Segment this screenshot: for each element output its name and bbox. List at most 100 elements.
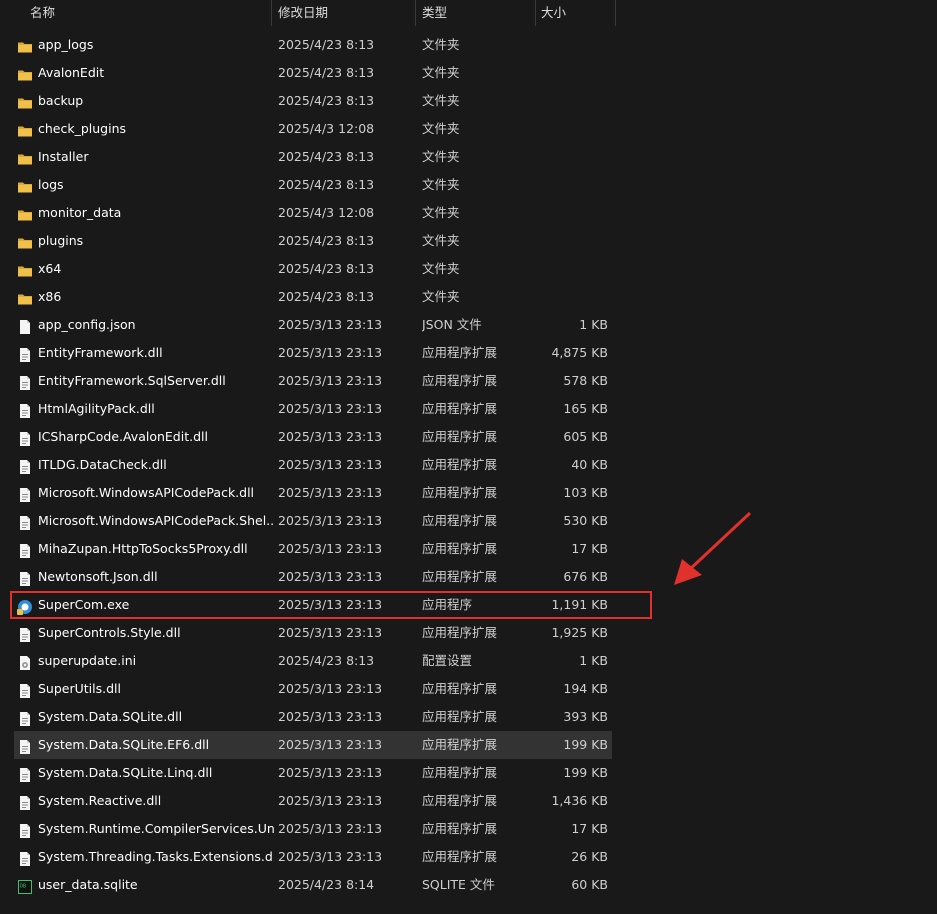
dll-icon	[17, 339, 35, 367]
file-type: 应用程序扩展	[422, 541, 498, 556]
dll-icon	[17, 703, 35, 731]
file-row[interactable]: plugins 2025/4/23 8:13 文件夹	[14, 227, 612, 255]
file-row[interactable]: EntityFramework.dll 2025/3/13 23:13 应用程序扩展…	[14, 339, 612, 367]
file-row[interactable]: EntityFramework.SqlServer.dll 2025/3/13 2…	[14, 367, 612, 395]
file-name: ITLDG.DataCheck.dll	[38, 457, 167, 472]
file-modified-date: 2025/4/23 8:13	[278, 261, 375, 276]
column-name-header[interactable]: 名称	[30, 0, 55, 26]
folder-icon	[17, 171, 35, 199]
file-type: 应用程序扩展	[422, 569, 498, 584]
column-divider[interactable]	[415, 0, 416, 26]
dll-icon	[17, 843, 35, 871]
dll-icon	[17, 395, 35, 423]
file-type: 配置设置	[422, 653, 473, 668]
file-type: 文件夹	[422, 233, 460, 248]
file-row[interactable]: x64 2025/4/23 8:13 文件夹	[14, 255, 612, 283]
file-size: 1,191 KB	[551, 597, 608, 612]
file-name: logs	[38, 177, 64, 192]
file-modified-date: 2025/3/13 23:13	[278, 765, 383, 780]
file-name: superupdate.ini	[38, 653, 137, 668]
file-row[interactable]: AvalonEdit 2025/4/23 8:13 文件夹	[14, 59, 612, 87]
file-name: Microsoft.WindowsAPICodePack.Shel...	[38, 513, 274, 528]
file-modified-date: 2025/3/13 23:13	[278, 541, 383, 556]
file-row[interactable]: backup 2025/4/23 8:13 文件夹	[14, 87, 612, 115]
sort-ascending-icon: ^	[142, 0, 152, 7]
app-icon	[17, 591, 35, 619]
file-row[interactable]: Microsoft.WindowsAPICodePack.dll 2025/3/1…	[14, 479, 612, 507]
file-row[interactable]: System.Data.SQLite.Linq.dll 2025/3/13 23:…	[14, 759, 612, 787]
file-type: 应用程序扩展	[422, 821, 498, 836]
file-row[interactable]: superupdate.ini 2025/4/23 8:13 配置设置 1 KB	[14, 647, 612, 675]
file-type: 应用程序扩展	[422, 849, 498, 864]
file-modified-date: 2025/3/13 23:13	[278, 709, 383, 724]
file-name: Microsoft.WindowsAPICodePack.dll	[38, 485, 255, 500]
file-row[interactable]: Newtonsoft.Json.dll 2025/3/13 23:13 应用程序扩展…	[14, 563, 612, 591]
column-date-header[interactable]: 修改日期	[278, 0, 328, 26]
file-name: x64	[38, 261, 62, 276]
file-row[interactable]: app_logs 2025/4/23 8:13 文件夹	[14, 31, 612, 59]
file-type: 应用程序扩展	[422, 485, 498, 500]
file-name: ICSharpCode.AvalonEdit.dll	[38, 429, 208, 444]
column-size-header[interactable]: 大小	[541, 0, 566, 26]
file-size: 17 KB	[571, 821, 608, 836]
file-row[interactable]: x86 2025/4/23 8:13 文件夹	[14, 283, 612, 311]
dll-icon	[17, 479, 35, 507]
file-size: 4,875 KB	[551, 345, 608, 360]
file-type: JSON 文件	[422, 317, 482, 332]
file-row[interactable]: System.Runtime.CompilerServices.Un... 202…	[14, 815, 612, 843]
file-name: System.Threading.Tasks.Extensions.dll	[38, 849, 274, 864]
file-type: 应用程序扩展	[422, 765, 498, 780]
file-row[interactable]: SuperCom.exe 2025/3/13 23:13 应用程序 1,191 KB	[14, 591, 612, 619]
file-size: 1,925 KB	[551, 625, 608, 640]
folder-icon	[17, 31, 35, 59]
column-divider[interactable]	[271, 0, 272, 26]
folder-icon	[17, 143, 35, 171]
file-size: 26 KB	[571, 849, 608, 864]
file-modified-date: 2025/4/23 8:13	[278, 233, 375, 248]
file-size: 199 KB	[563, 765, 608, 780]
file-size: 578 KB	[563, 373, 608, 388]
dll-icon	[17, 675, 35, 703]
file-row[interactable]: System.Reactive.dll 2025/3/13 23:13 应用程序扩展…	[14, 787, 612, 815]
file-row[interactable]: check_plugins 2025/4/3 12:08 文件夹	[14, 115, 612, 143]
file-modified-date: 2025/3/13 23:13	[278, 513, 383, 528]
folder-icon	[17, 59, 35, 87]
column-divider[interactable]	[615, 0, 616, 26]
file-size: 1 KB	[579, 653, 608, 668]
file-row[interactable]: System.Data.SQLite.dll 2025/3/13 23:13 应用程…	[14, 703, 612, 731]
file-type: 应用程序扩展	[422, 429, 498, 444]
file-row[interactable]: SuperUtils.dll 2025/3/13 23:13 应用程序扩展 194 K…	[14, 675, 612, 703]
file-size: 60 KB	[571, 877, 608, 892]
file-row[interactable]: app_config.json 2025/3/13 23:13 JSON 文件 1 K…	[14, 311, 612, 339]
file-row[interactable]: DB user_data.sqlite 2025/4/23 8:14 SQLITE 文…	[14, 871, 612, 899]
file-size: 1 KB	[579, 317, 608, 332]
file-name: user_data.sqlite	[38, 877, 138, 892]
file-row[interactable]: System.Data.SQLite.EF6.dll 2025/3/13 23:1…	[14, 731, 612, 759]
file-type: 应用程序扩展	[422, 457, 498, 472]
file-type: 应用程序扩展	[422, 625, 498, 640]
file-name: SuperCom.exe	[38, 597, 130, 612]
file-modified-date: 2025/4/3 12:08	[278, 205, 375, 220]
folder-icon	[17, 115, 35, 143]
file-row[interactable]: logs 2025/4/23 8:13 文件夹	[14, 171, 612, 199]
file-modified-date: 2025/4/23 8:13	[278, 653, 375, 668]
file-type: 应用程序扩展	[422, 793, 498, 808]
file-row[interactable]: SuperControls.Style.dll 2025/3/13 23:13 应用…	[14, 619, 612, 647]
file-row[interactable]: ICSharpCode.AvalonEdit.dll 2025/3/13 23:1…	[14, 423, 612, 451]
file-modified-date: 2025/3/13 23:13	[278, 317, 383, 332]
column-type-header[interactable]: 类型	[422, 0, 447, 26]
file-row[interactable]: MihaZupan.HttpToSocks5Proxy.dll 2025/3/13…	[14, 535, 612, 563]
file-type: 文件夹	[422, 93, 460, 108]
file-modified-date: 2025/4/23 8:13	[278, 149, 375, 164]
file-name: app_logs	[38, 37, 94, 52]
file-row[interactable]: Microsoft.WindowsAPICodePack.Shel... 2025…	[14, 507, 612, 535]
file-row[interactable]: monitor_data 2025/4/3 12:08 文件夹	[14, 199, 612, 227]
file-modified-date: 2025/3/13 23:13	[278, 429, 383, 444]
column-divider[interactable]	[535, 0, 536, 26]
file-row[interactable]: System.Threading.Tasks.Extensions.dll 202…	[14, 843, 612, 871]
file-row[interactable]: HtmlAgilityPack.dll 2025/3/13 23:13 应用程序扩展…	[14, 395, 612, 423]
file-row[interactable]: Installer 2025/4/23 8:13 文件夹	[14, 143, 612, 171]
file-name: System.Data.SQLite.dll	[38, 709, 183, 724]
file-size: 103 KB	[563, 485, 608, 500]
file-row[interactable]: ITLDG.DataCheck.dll 2025/3/13 23:13 应用程序扩展…	[14, 451, 612, 479]
